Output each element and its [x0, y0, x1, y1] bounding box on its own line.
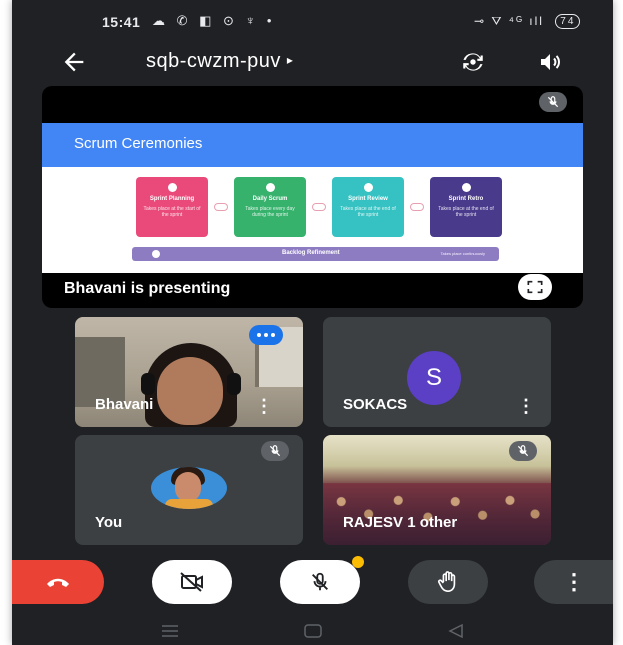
headset-left: [141, 373, 155, 395]
mic-off-icon: [547, 96, 559, 108]
more-options-button[interactable]: ⋮: [534, 560, 613, 604]
status-time: 15:41: [102, 14, 141, 30]
presentation-tile[interactable]: Scrum Ceremonies Sprint Planning Takes p…: [42, 86, 583, 308]
status-notification-icons: ☁ ✆ ◧ ⊙ ♆ •: [152, 13, 276, 28]
mic-off-badge: [509, 441, 537, 461]
status-system-icons: ⊸ ⛛ ⁴ᴳ ıll 74: [474, 14, 581, 29]
notification-dot: [352, 556, 364, 568]
status-bar: 15:41 ☁ ✆ ◧ ⊙ ♆ • ⊸ ⛛ ⁴ᴳ ıll 74: [12, 12, 613, 36]
camera-toggle-button[interactable]: [152, 560, 232, 604]
presenting-label: Bhavani is presenting: [64, 280, 231, 297]
slide-title: Scrum Ceremonies: [74, 135, 203, 152]
raise-hand-icon: [438, 571, 456, 592]
backlog-refinement-bar: Backlog Refinement Takes place continuou…: [132, 247, 499, 261]
slide-header: Scrum Ceremonies: [42, 123, 583, 167]
participant-tile-rajesh[interactable]: RAJESV 1 other: [323, 435, 551, 545]
card-name: Sprint Review: [348, 196, 388, 202]
mic-off-icon: [269, 445, 281, 457]
meeting-code-text: sqb-cwzm-puv: [146, 50, 281, 72]
card-sprint-review: Sprint Review Takes place at the end of …: [332, 177, 404, 237]
card-desc: Takes place every day during the sprint: [245, 206, 295, 218]
mic-off-badge: [261, 441, 289, 461]
end-call-icon: [47, 578, 69, 587]
card-name: Sprint Planning: [149, 196, 195, 202]
headset-right: [227, 373, 241, 395]
call-controls: ⋮: [12, 556, 613, 610]
presenter-mic-off-badge: [539, 92, 567, 112]
meeting-top-bar: sqb-cwzm-puv ▸: [12, 40, 613, 84]
avatar: [151, 467, 227, 509]
mic-off-icon: [517, 445, 529, 457]
system-nav-bar: [12, 618, 613, 645]
switch-camera-icon[interactable]: [460, 49, 486, 75]
nav-back-icon[interactable]: [448, 624, 464, 638]
battery-icon: 74: [555, 14, 581, 29]
participant-name: You: [95, 514, 123, 531]
backlog-dot: [152, 250, 160, 258]
back-arrow-icon[interactable]: [60, 48, 88, 76]
end-call-button[interactable]: [12, 560, 104, 604]
speaker-icon[interactable]: [537, 50, 563, 74]
card-daily-scrum: Daily Scrum Takes place every day during…: [234, 177, 306, 237]
participant-name: Bhavani: [95, 396, 154, 413]
chevron-right-icon: ▸: [286, 53, 294, 67]
person-face: [157, 357, 223, 425]
fullscreen-icon: [527, 280, 543, 294]
participant-tile-bhavani[interactable]: Bhavani ⋮: [75, 317, 303, 427]
raise-hand-button[interactable]: [408, 560, 488, 604]
signal-icons: ⊸ ⛛ ⁴ᴳ ıll: [474, 14, 544, 28]
participant-tile-you[interactable]: You: [75, 435, 303, 545]
camera-off-icon: [180, 572, 203, 592]
shared-slide: Scrum Ceremonies Sprint Planning Takes p…: [42, 123, 583, 273]
phone-screen: 15:41 ☁ ✆ ◧ ⊙ ♆ • ⊸ ⛛ ⁴ᴳ ıll 74 sqb-cwzm…: [12, 0, 613, 645]
card-desc: Takes place at the start of the sprint: [143, 206, 201, 218]
card-sprint-retro: Sprint Retro Takes place at the end of t…: [430, 177, 502, 237]
card-connector: [214, 203, 228, 211]
card-connector: [312, 203, 326, 211]
fullscreen-button[interactable]: [518, 274, 552, 300]
backlog-note: Takes place continuously: [440, 251, 485, 256]
card-name: Sprint Retro: [448, 196, 484, 202]
nav-menu-icon[interactable]: [160, 624, 180, 638]
card-number-dot: [363, 183, 373, 192]
avatar: S: [407, 351, 461, 405]
card-desc: Takes place at the end of the sprint: [340, 206, 396, 218]
more-vert-icon: ⋮: [563, 569, 585, 594]
mic-toggle-button[interactable]: [280, 560, 360, 604]
card-number-dot: [461, 183, 471, 192]
card-connector: [410, 203, 424, 211]
card-sprint-planning: Sprint Planning Takes place at the start…: [136, 177, 208, 237]
mic-off-icon: [312, 572, 328, 591]
card-number-dot: [265, 183, 275, 192]
participant-name: SOKACS: [343, 396, 408, 413]
card-desc: Takes place at the end of the sprint: [438, 206, 494, 218]
nav-home-icon[interactable]: [303, 624, 323, 638]
card-name: Daily Scrum: [252, 196, 288, 202]
meeting-code[interactable]: sqb-cwzm-puv ▸: [146, 50, 293, 73]
participant-tile-sokacs[interactable]: S SOKACS ⋮: [323, 317, 551, 427]
speaking-indicator: [249, 325, 283, 345]
participant-name: RAJESV 1 other: [343, 514, 458, 531]
card-number-dot: [167, 183, 177, 192]
backlog-label: Backlog Refinement: [282, 250, 340, 256]
more-vert-icon[interactable]: ⋮: [517, 397, 535, 415]
more-vert-icon[interactable]: ⋮: [255, 397, 273, 415]
